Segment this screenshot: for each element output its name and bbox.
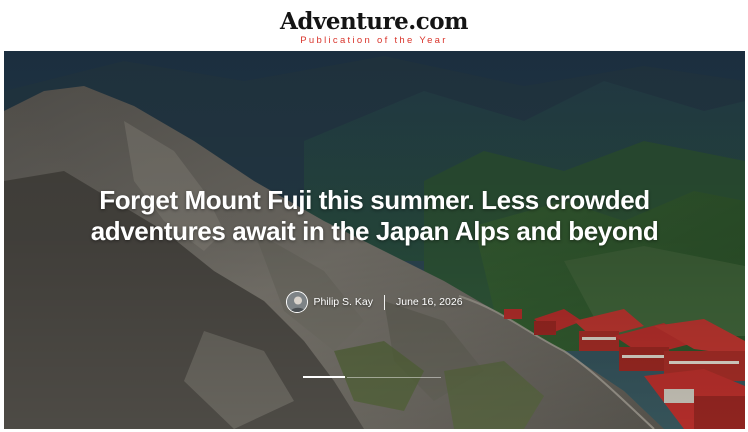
byline-divider (383, 294, 385, 310)
article-headline[interactable]: Forget Mount Fuji this summer. Less crow… (44, 185, 705, 247)
author-name[interactable]: Philip S. Kay (313, 296, 373, 308)
publish-date: June 16, 2026 (395, 296, 463, 308)
site-logo[interactable]: Adventure.com (0, 9, 748, 35)
site-header: Adventure.com Publication of the Year (0, 0, 748, 50)
author-avatar[interactable] (286, 291, 309, 313)
hero-banner[interactable]: Forget Mount Fuji this summer. Less crow… (4, 51, 745, 429)
slide-indicator-track[interactable] (347, 376, 441, 378)
slide-indicator-active[interactable] (303, 376, 345, 378)
article-byline: Philip S. Kay June 16, 2026 (4, 290, 745, 314)
site-tagline: Publication of the Year (300, 35, 448, 46)
